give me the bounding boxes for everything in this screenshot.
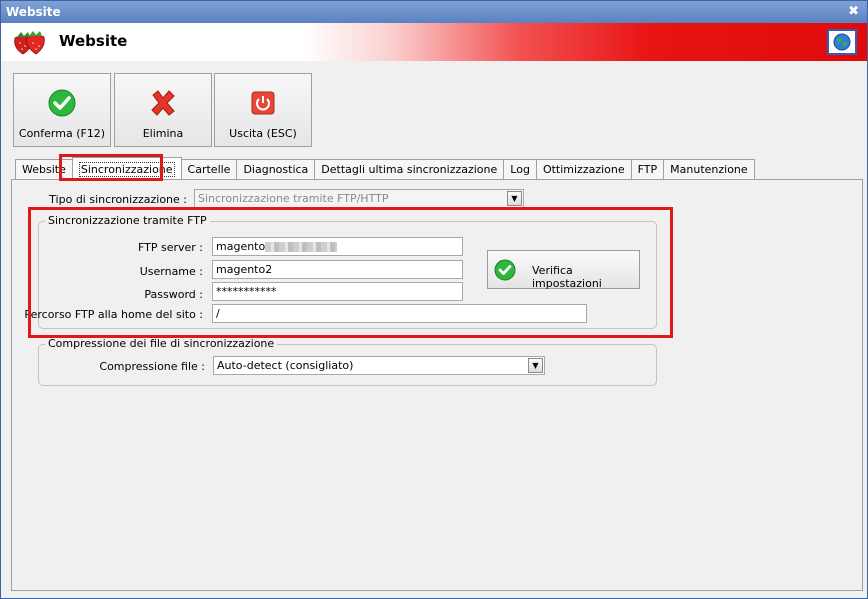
check-icon: [48, 89, 76, 117]
tab-ottimizzazione[interactable]: Ottimizzazione: [535, 159, 632, 179]
compression-group-legend: Compressione dei file di sincronizzazion…: [45, 337, 278, 350]
exit-button[interactable]: Uscita (ESC): [214, 73, 312, 147]
title-bar: Website ✖: [1, 1, 867, 23]
tab-dettagli-ultima-sincronizzazione[interactable]: Dettagli ultima sincronizzazione: [314, 159, 505, 179]
close-icon[interactable]: ✖: [848, 4, 859, 19]
highlight-sincronizzazione-tab: [59, 154, 163, 181]
delete-label: Elimina: [142, 127, 184, 140]
delete-button[interactable]: Elimina: [114, 73, 212, 147]
header-banner: Website: [1, 23, 867, 61]
chevron-down-icon: ▼: [507, 191, 522, 206]
website-window: Website ✖ Website Conferma (F12) Elimina…: [0, 0, 868, 599]
compression-select[interactable]: Auto-detect (consigliato) ▼: [213, 356, 545, 375]
chevron-down-icon[interactable]: ▼: [528, 358, 543, 373]
power-icon: [251, 91, 275, 115]
confirm-button[interactable]: Conferma (F12): [13, 73, 111, 147]
confirm-label: Conferma (F12): [18, 127, 106, 140]
tab-ftp[interactable]: FTP: [630, 159, 665, 179]
red-x-icon: [151, 90, 175, 116]
tab-cartelle[interactable]: Cartelle: [180, 159, 238, 179]
tab-log[interactable]: Log: [503, 159, 537, 179]
tab-manutenzione[interactable]: Manutenzione: [663, 159, 755, 179]
tab-diagnostica[interactable]: Diagnostica: [236, 159, 316, 179]
web-globe-button[interactable]: [827, 29, 857, 55]
window-title: Website: [6, 5, 61, 19]
compression-label: Compressione file :: [99, 360, 205, 373]
sync-type-label: Tipo di sincronizzazione :: [49, 193, 187, 206]
sync-type-select: Sincronizzazione tramite FTP/HTTP ▼: [194, 189, 524, 208]
globe-icon: [833, 33, 851, 51]
strawberry-logo-icon: [14, 31, 45, 55]
highlight-ftp-group: [28, 207, 673, 338]
exit-label: Uscita (ESC): [229, 127, 297, 140]
header-title: Website: [59, 32, 128, 50]
